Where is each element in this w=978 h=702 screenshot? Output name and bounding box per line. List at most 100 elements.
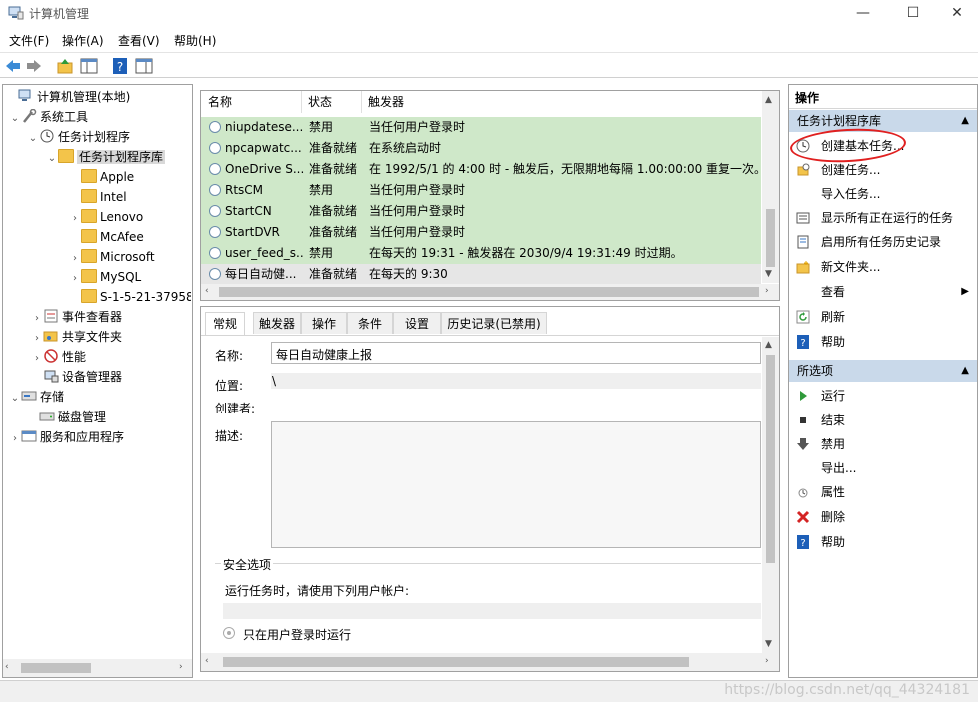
scroll-thumb[interactable] [223,657,689,667]
action-show-running-tasks[interactable]: 显示所有正在运行的任务 [789,206,977,230]
scroll-thumb[interactable] [766,355,775,563]
scroll-down-arrow-icon[interactable]: ▼ [765,639,772,649]
tree-folder-microsoft[interactable]: › Microsoft [69,247,155,267]
tree-root[interactable]: 计算机管理(本地) [6,87,130,107]
action-new-folder[interactable]: 新文件夹... [789,255,977,279]
maximize-button[interactable]: ☐ [890,0,936,28]
tree-system-tools[interactable]: ⌄ 系统工具 [9,107,88,127]
detail-vertical-scrollbar[interactable]: ▲ ▼ [762,337,779,653]
tree-task-scheduler[interactable]: ⌄ 任务计划程序 [27,127,130,147]
up-folder-icon[interactable] [56,57,74,75]
scroll-left-arrow-icon[interactable]: ‹ [5,662,9,672]
collapse-chevron-icon[interactable]: ⌄ [46,149,58,169]
collapse-chevron-icon[interactable]: ⌄ [9,109,21,129]
minimize-button[interactable]: — [840,0,886,28]
section-task-library[interactable]: 任务计划程序库 ▲ [789,110,977,132]
tab-actions[interactable]: 操作 [301,312,347,334]
scroll-up-arrow-icon[interactable]: ▲ [765,340,772,350]
collapse-arrow-icon[interactable]: ▲ [961,360,969,382]
help-icon[interactable]: ? [111,57,129,75]
tree-device-manager[interactable]: 设备管理器 [31,367,122,387]
expand-chevron-icon[interactable]: › [69,249,81,269]
task-row[interactable]: StartDVR 准备就绪 当任何用户登录时 [201,222,761,243]
action-delete[interactable]: 删除 [789,505,977,529]
expand-chevron-icon[interactable]: › [31,309,43,329]
back-arrow-icon[interactable] [4,57,22,75]
expand-chevron-icon[interactable]: › [9,429,21,449]
expand-chevron-icon[interactable]: › [31,349,43,369]
run-logged-on-radio[interactable] [223,627,235,639]
expand-chevron-icon[interactable]: › [69,209,81,229]
task-list-horizontal-scrollbar[interactable]: ‹ › [201,284,779,300]
tree-shared-folders[interactable]: › 共享文件夹 [31,327,122,347]
tab-triggers[interactable]: 触发器 [253,312,301,334]
menu-help[interactable]: 帮助(H) [174,32,216,49]
expand-chevron-icon[interactable]: › [31,329,43,349]
tree-folder-apple[interactable]: Apple [69,167,134,187]
task-row[interactable]: StartCN 准备就绪 当任何用户登录时 [201,201,761,222]
action-refresh[interactable]: 刷新 [789,305,977,329]
action-properties[interactable]: 属性 [789,480,977,504]
tree-folder-mcafee[interactable]: McAfee [69,227,144,247]
tree-folder-sid[interactable]: S-1-5-21-37958 [69,287,191,307]
tab-settings[interactable]: 设置 [393,312,441,334]
action-run[interactable]: 运行 [789,384,977,408]
collapse-chevron-icon[interactable]: ⌄ [9,389,21,409]
action-help[interactable]: ? 帮助 [789,330,977,354]
menu-file[interactable]: 文件(F) [9,32,49,49]
scroll-left-arrow-icon[interactable]: ‹ [205,286,209,296]
tree-folder-intel[interactable]: Intel [69,187,127,207]
expand-chevron-icon[interactable]: › [69,269,81,289]
action-enable-history[interactable]: 启用所有任务历史记录 [789,230,977,254]
menu-action[interactable]: 操作(A) [62,32,104,49]
menu-view[interactable]: 查看(V) [118,32,160,49]
scroll-right-arrow-icon[interactable]: › [765,286,769,296]
task-row[interactable]: user_feed_s... 禁用 在每天的 19:31 - 触发器在 2030/9… [201,243,761,264]
tree-disk-management[interactable]: 磁盘管理 [27,407,106,427]
column-header-status[interactable]: 状态 [302,91,362,113]
action-import-task[interactable]: 导入任务... [789,182,977,206]
show-action-pane-icon[interactable] [135,57,153,75]
action-help-selected[interactable]: ? 帮助 [789,530,977,554]
action-end[interactable]: 结束 [789,408,977,432]
tree-task-library[interactable]: ⌄ 任务计划程序库 [46,147,166,169]
detail-horizontal-scrollbar[interactable]: ‹ › [201,653,779,671]
collapse-chevron-icon[interactable]: ⌄ [27,129,39,149]
scroll-right-arrow-icon[interactable]: › [179,662,183,672]
close-button[interactable]: ✕ [934,0,978,28]
scroll-left-arrow-icon[interactable]: ‹ [205,656,209,666]
task-list-vertical-scrollbar[interactable]: ▲ ▼ [762,91,779,283]
description-field[interactable] [271,421,761,548]
task-row[interactable]: npcapwatc... 准备就绪 在系统启动时 [201,138,761,159]
tree-folder-lenovo[interactable]: › Lenovo [69,207,143,227]
scroll-right-arrow-icon[interactable]: › [765,656,769,666]
tab-history[interactable]: 历史记录(已禁用) [441,312,547,334]
task-row-selected[interactable]: 每日自动健... 准备就绪 在每天的 9:30 [201,264,761,285]
name-field[interactable]: 每日自动健康上报 [271,342,761,364]
column-header-trigger[interactable]: 触发器 [362,91,762,113]
scroll-thumb[interactable] [766,209,775,267]
task-row[interactable]: OneDrive S... 准备就绪在 1992/5/1 的 4:00 时 - 触… [201,159,761,180]
scroll-down-arrow-icon[interactable]: ▼ [765,269,772,279]
tree-folder-mysql[interactable]: › MySQL [69,267,141,287]
tree-storage[interactable]: ⌄ 存储 [9,387,64,407]
tree-event-viewer[interactable]: › 事件查看器 [31,307,122,327]
action-export[interactable]: 导出... [789,456,977,480]
collapse-arrow-icon[interactable]: ▲ [961,110,969,132]
section-selected-item[interactable]: 所选项 ▲ [789,360,977,382]
task-row[interactable]: RtsCM 禁用 当任何用户登录时 [201,180,761,201]
forward-arrow-icon[interactable] [25,57,43,75]
task-row[interactable]: niupdatese... 禁用 当任何用户登录时 [201,117,761,138]
tree-horizontal-scrollbar[interactable]: ‹ › [3,659,192,677]
action-create-task[interactable]: 创建任务... [789,158,977,182]
tab-conditions[interactable]: 条件 [347,312,393,334]
scroll-up-arrow-icon[interactable]: ▲ [765,95,772,105]
show-hide-tree-icon[interactable] [80,57,98,75]
action-view[interactable]: 查看 ▶ [789,280,977,304]
scroll-thumb[interactable] [219,287,759,297]
tree-performance[interactable]: › 性能 [31,347,86,367]
tab-general[interactable]: 常规 [205,312,245,335]
column-header-name[interactable]: 名称 [202,91,302,113]
action-disable[interactable]: 禁用 [789,432,977,456]
scroll-thumb[interactable] [21,663,91,673]
